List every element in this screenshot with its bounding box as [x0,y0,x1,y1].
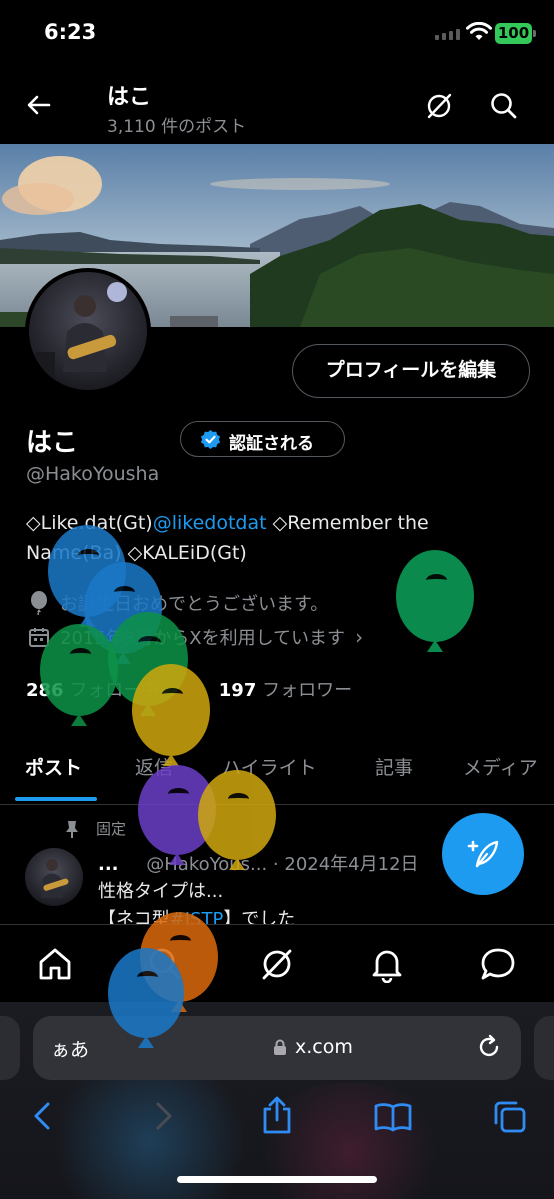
profile-tabs: ポスト 返信 ハイライト 記事 メディア [0,745,554,805]
bottom-navigation [0,924,554,1004]
get-verified-button[interactable]: 認証される [180,421,345,457]
balloon-icon [31,591,47,615]
birthday-balloon [108,948,184,1048]
post-header: ... @HakoYous... · 2024年4月12日 [98,850,419,876]
pinned-indicator: 固定 [62,818,126,839]
text-size-button[interactable]: ぁあ [51,1035,89,1062]
post-avatar[interactable] [25,848,83,906]
tabs-icon[interactable] [492,1099,528,1135]
post-line-1: 性格タイプは... [98,881,224,902]
tab-media[interactable]: メディア [463,753,538,780]
signal-icon [435,29,460,40]
search-icon[interactable] [488,90,520,122]
grok-icon[interactable] [258,945,296,983]
post-count: 3,110 件のポスト [107,117,247,137]
followers-count[interactable]: 197 [219,680,257,701]
back-icon[interactable] [30,1100,56,1132]
status-bar: 6:23 100 [0,0,554,68]
lock-icon [274,1039,286,1055]
profile-avatar[interactable] [25,268,151,394]
grok-icon[interactable] [423,90,455,122]
tab-posts[interactable]: ポスト [25,753,82,780]
share-icon[interactable] [260,1095,294,1135]
edit-profile-button[interactable]: プロフィールを編集 [292,344,530,398]
bio-mention-link[interactable]: @likedotdat [153,512,267,534]
active-tab-indicator [15,797,97,801]
compose-icon [467,840,499,868]
get-verified-label: 認証される [229,434,314,454]
followers-label[interactable]: フォロワー [262,680,352,701]
address-bar[interactable]: ぁあ x.com [33,1016,521,1080]
tab-articles[interactable]: 記事 [375,753,413,780]
birthday-balloon [198,770,276,870]
message-icon[interactable] [479,945,517,983]
battery-indicator: 100 [495,23,532,44]
profile-handle: @HakoYousha [26,463,160,485]
home-indicator[interactable] [177,1176,377,1183]
profile-name: はこ [26,428,79,458]
pinned-label: 固定 [96,820,127,838]
pin-icon [66,820,78,838]
next-tab-preview[interactable] [534,1016,554,1080]
birthday-balloon [132,664,210,766]
header-title: はこ [107,85,152,110]
birthday-balloon [40,624,118,726]
url-text: x.com [295,1036,353,1058]
bell-icon[interactable] [368,945,406,983]
status-time: 6:23 [44,20,97,44]
url-display[interactable]: x.com [273,1036,353,1058]
compose-button[interactable] [442,813,524,895]
home-icon[interactable] [36,945,74,983]
birthday-balloon [396,550,474,652]
wifi-icon [466,22,492,40]
previous-tab-preview[interactable] [0,1016,20,1080]
battery-nub [533,30,536,37]
browser-chrome: ぁあ x.com [0,1002,554,1199]
reload-icon[interactable] [475,1033,503,1061]
post-author-name[interactable]: ... [98,854,119,875]
back-arrow-icon[interactable] [24,90,54,120]
profile-header: はこ 3,110 件のポスト [0,68,554,144]
forward-icon[interactable] [150,1100,176,1132]
bookmarks-icon[interactable] [373,1101,413,1133]
verified-badge-icon [200,429,221,450]
post-date: · 2024年4月12日 [272,854,419,875]
chevron-right-icon: › [355,625,364,649]
